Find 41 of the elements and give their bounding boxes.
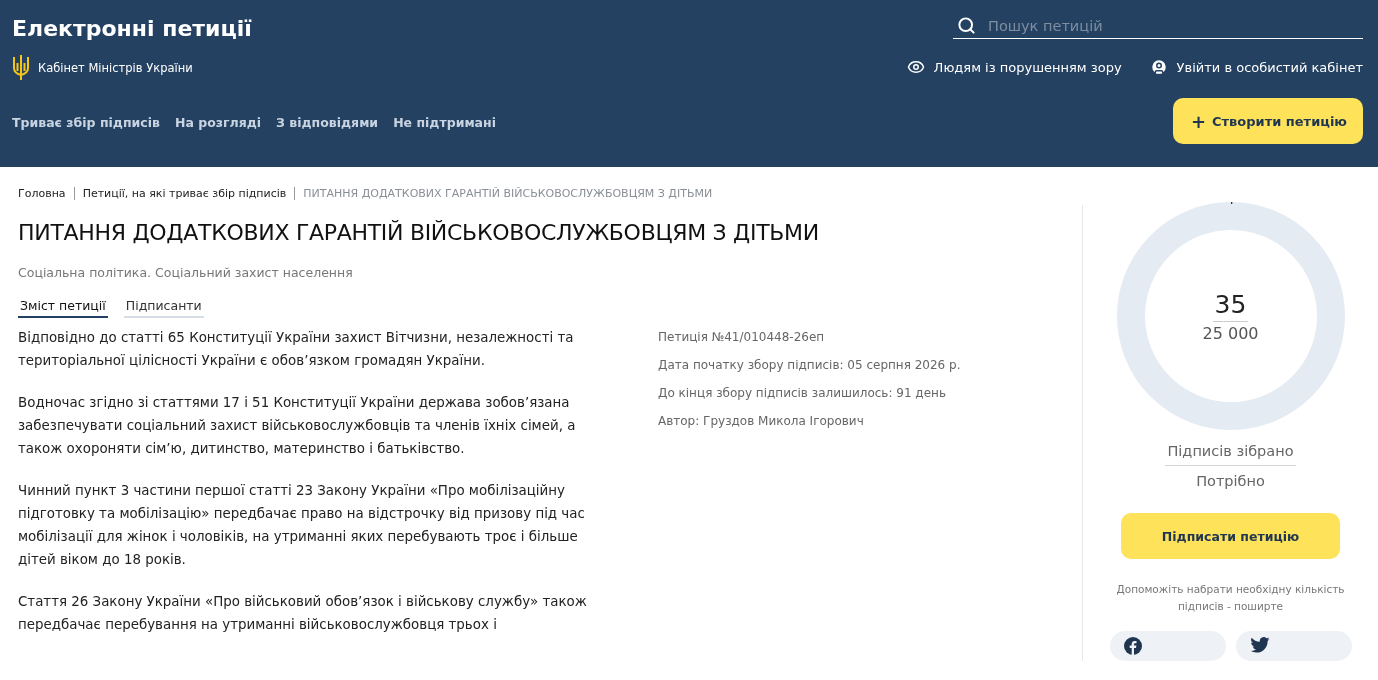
petition-paragraph: Водночас згідно зі статтями 17 і 51 Конституції України держава зобов’язана забезпечувати соціальний захист військовослужбовців та членів їхніх сімей, а також охороняти сім’ю, дитинство, материнство і батьківство. bbox=[18, 394, 577, 458]
signature-goal: 25 000 bbox=[1202, 323, 1259, 343]
petition-detail: Автор: Груздов Микола Ігорович bbox=[658, 413, 865, 430]
collected-label: Підписів зібрано bbox=[1165, 443, 1296, 466]
search-input[interactable]: Пошук петицій bbox=[986, 16, 1359, 35]
link-label: Увійти в особистий кабінет bbox=[1176, 59, 1363, 75]
sign-petition-button[interactable]: Підписати петицію bbox=[1121, 513, 1340, 559]
petition-paragraph: Чинний пункт 3 частини першої статті 23 Закону України «Про мобілізаційну підготовку та мобілізацію» передбачає право на відстрочку від призову під час мобілізації для жінок і чоловіків, на утриманні яких перебувають троє і більше дітей віком до 18 років. bbox=[18, 482, 586, 569]
nav-link[interactable]: Не підтримані bbox=[393, 115, 496, 130]
petition-title: ПИТАННЯ ДОДАТКОВИХ ГАРАНТІЙ ВІЙСЬКОВОСЛУЖБОВЦЯМ З ДІТЬМИ bbox=[18, 220, 820, 245]
bird-icon bbox=[1249, 637, 1270, 653]
share-button[interactable] bbox=[1109, 631, 1226, 661]
petition-paragraph: Відповідно до статті 65 Конституції України захист Вітчизни, незалежності та територіальної цілісності України є обов’язком громадян України. bbox=[18, 329, 575, 370]
breadcrumb-link[interactable]: Петиції, на які триває збір підписів bbox=[82, 187, 287, 200]
content-tab[interactable]: Зміст петиції bbox=[18, 294, 108, 318]
search-icon bbox=[957, 16, 976, 35]
petition-detail: Дата початку збору підписів: 05 серпня 2026 р. bbox=[658, 357, 961, 374]
create-petition-button[interactable]: + Створити петицію bbox=[1172, 98, 1363, 144]
eye-icon bbox=[906, 58, 925, 76]
petition-paragraph: Стаття 26 Закону України «Про військовий обов’язок і військову службу» також передбачає перебування на утриманні військовослужбовця трьох і bbox=[18, 593, 588, 634]
header-link[interactable]: Людям із порушенням зору bbox=[906, 58, 1122, 76]
organization-name: Кабінет Міністрів України bbox=[38, 60, 193, 75]
breadcrumb-link[interactable]: Головна bbox=[18, 187, 66, 200]
signature-count: 35 bbox=[1212, 289, 1249, 322]
nav-link[interactable]: Триває збір підписів bbox=[12, 115, 160, 130]
nav-link[interactable]: На розгляді bbox=[174, 115, 262, 130]
share-button[interactable] bbox=[1235, 631, 1352, 661]
user-icon bbox=[1149, 58, 1168, 76]
link-label: Людям із порушенням зору bbox=[933, 59, 1122, 75]
petition-category: Соціальна політика. Соціальний захист населення bbox=[18, 265, 354, 280]
content-tab[interactable]: Підписанти bbox=[123, 294, 204, 318]
share-hint: Допоможіть набрати необхідну кількість підписів - поширте bbox=[1115, 582, 1346, 614]
petition-detail: До кінця збору підписів залишилось: 91 день bbox=[658, 385, 947, 402]
search-field[interactable]: Пошук петицій bbox=[953, 14, 1363, 39]
header-link[interactable]: Увійти в особистий кабінет bbox=[1149, 58, 1363, 76]
nav-link[interactable]: З відповідями bbox=[276, 115, 379, 130]
trident-icon bbox=[12, 54, 30, 81]
needed-label: Потрібно bbox=[1196, 473, 1265, 489]
site-title: Електронні петиції bbox=[12, 15, 253, 43]
facebook-icon bbox=[1123, 637, 1142, 655]
petition-detail: Петиція №41/010448-26еп bbox=[658, 329, 826, 346]
